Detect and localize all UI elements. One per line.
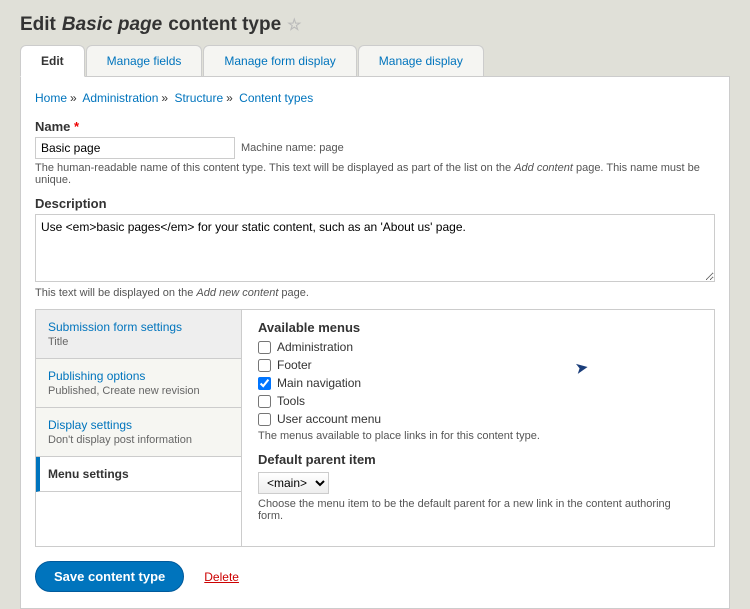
menu-checkbox-1[interactable]: Footer bbox=[258, 358, 698, 372]
name-label: Name * bbox=[35, 119, 715, 134]
name-input[interactable] bbox=[35, 137, 235, 159]
checkbox-input[interactable] bbox=[258, 377, 271, 390]
breadcrumb-content-types[interactable]: Content types bbox=[239, 91, 313, 105]
menu-checkbox-0[interactable]: Administration bbox=[258, 340, 698, 354]
checkbox-label: Tools bbox=[277, 394, 305, 408]
tab-manage-form-display[interactable]: Manage form display bbox=[203, 45, 356, 76]
available-menus-label: Available menus bbox=[258, 320, 698, 335]
breadcrumb-structure[interactable]: Structure bbox=[174, 91, 223, 105]
name-help: The human-readable name of this content … bbox=[35, 162, 715, 186]
menu-checkbox-2[interactable]: Main navigation bbox=[258, 376, 698, 390]
save-button[interactable]: Save content type bbox=[35, 561, 184, 592]
breadcrumb-home[interactable]: Home bbox=[35, 91, 67, 105]
machine-name: Machine name: page bbox=[241, 142, 344, 154]
checkbox-input[interactable] bbox=[258, 359, 271, 372]
checkbox-input[interactable] bbox=[258, 413, 271, 426]
menu-checkbox-3[interactable]: Tools bbox=[258, 394, 698, 408]
menu-checkbox-4[interactable]: User account menu bbox=[258, 412, 698, 426]
tab-manage-display[interactable]: Manage display bbox=[358, 45, 484, 76]
vtab-submission[interactable]: Submission form settings Title bbox=[36, 310, 241, 359]
tab-manage-fields[interactable]: Manage fields bbox=[86, 45, 203, 76]
vertical-tabs: Submission form settings Title Publishin… bbox=[35, 309, 715, 547]
vtab-publishing[interactable]: Publishing options Published, Create new… bbox=[36, 359, 241, 408]
star-icon[interactable]: ☆ bbox=[287, 15, 301, 35]
description-textarea[interactable]: Use <em>basic pages</em> for your static… bbox=[35, 214, 715, 282]
primary-tabs: Edit Manage fields Manage form display M… bbox=[20, 45, 730, 77]
checkbox-label: Footer bbox=[277, 358, 312, 372]
checkbox-label: Administration bbox=[277, 340, 353, 354]
default-parent-select[interactable]: <main> bbox=[258, 472, 329, 494]
delete-link[interactable]: Delete bbox=[204, 570, 239, 584]
available-menus-help: The menus available to place links in fo… bbox=[258, 430, 698, 442]
breadcrumb: Home» Administration» Structure» Content… bbox=[35, 91, 715, 105]
description-label: Description bbox=[35, 196, 715, 211]
vtab-menu[interactable]: Menu settings bbox=[36, 457, 241, 492]
checkbox-label: Main navigation bbox=[277, 376, 361, 390]
description-help: This text will be displayed on the Add n… bbox=[35, 287, 715, 299]
page-title: Edit Basic page content type ☆ bbox=[20, 14, 730, 36]
default-parent-label: Default parent item bbox=[258, 452, 698, 467]
checkbox-label: User account menu bbox=[277, 412, 381, 426]
vtab-display[interactable]: Display settings Don't display post info… bbox=[36, 408, 241, 457]
checkbox-input[interactable] bbox=[258, 395, 271, 408]
checkbox-input[interactable] bbox=[258, 341, 271, 354]
breadcrumb-admin[interactable]: Administration bbox=[82, 91, 158, 105]
tab-edit[interactable]: Edit bbox=[20, 45, 85, 77]
default-parent-help: Choose the menu item to be the default p… bbox=[258, 498, 698, 522]
